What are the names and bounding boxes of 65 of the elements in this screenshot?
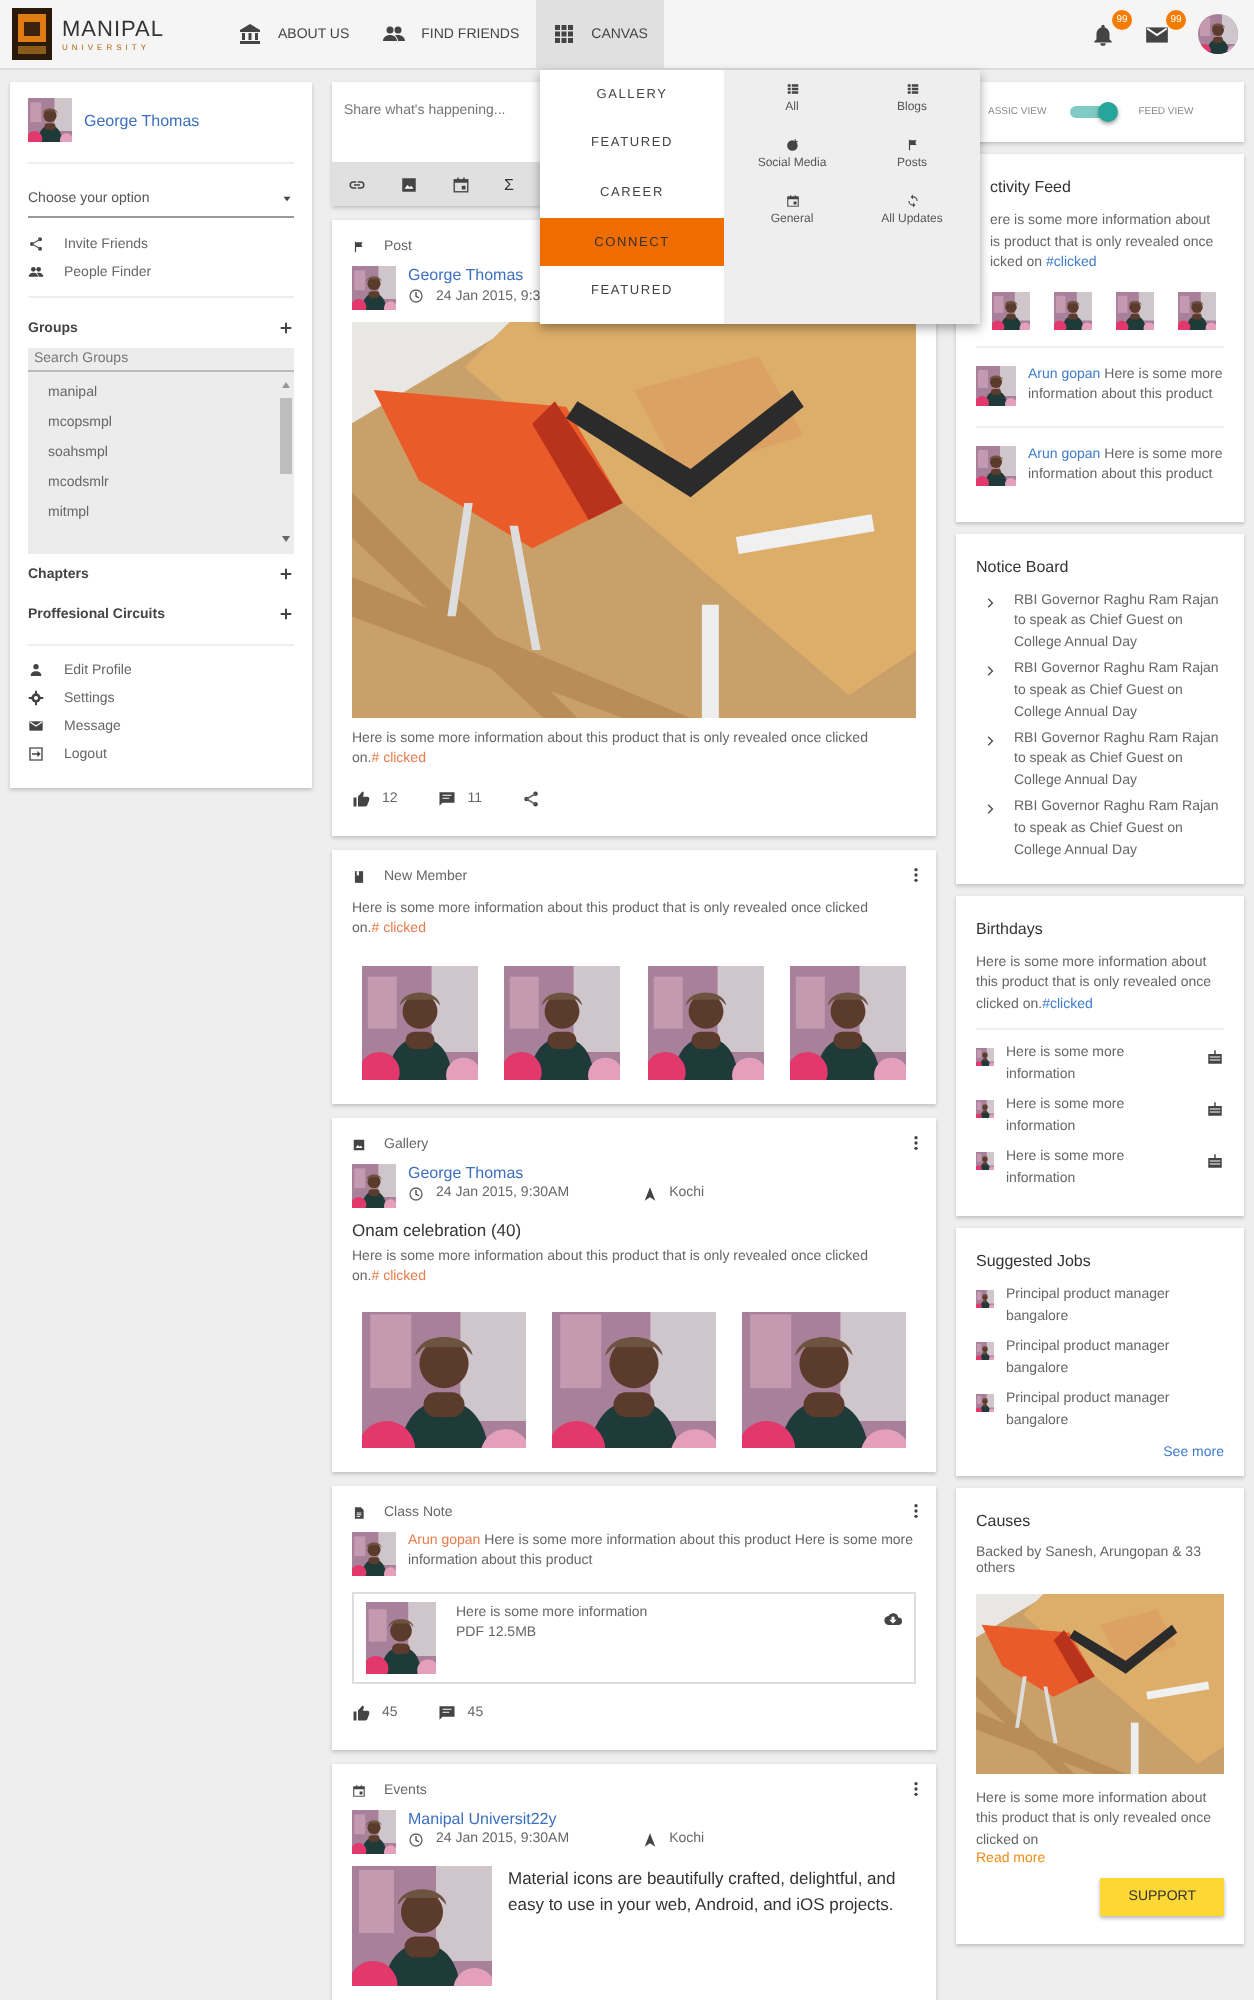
gift-icon[interactable] xyxy=(1206,1100,1224,1119)
comment-icon[interactable] xyxy=(437,790,456,809)
mail-icon[interactable] xyxy=(1144,21,1170,47)
author-link[interactable]: George Thomas xyxy=(408,266,541,284)
comment-icon[interactable] xyxy=(437,1703,456,1722)
clock-icon xyxy=(408,1185,424,1202)
grid-icon xyxy=(551,22,576,46)
caret-icon xyxy=(280,192,294,206)
card-title: Causes xyxy=(976,1512,1033,1531)
card-title: Notice Board xyxy=(976,557,1071,575)
people-icon xyxy=(28,264,44,280)
chevron-icon xyxy=(984,733,998,748)
scrollbar[interactable] xyxy=(278,378,294,546)
plus-icon[interactable] xyxy=(278,566,294,582)
event-description: Material icons are beautifully crafted, delightful, and easy to use in your web, Android, and iOS projects. xyxy=(508,1865,898,1918)
more-icon[interactable] xyxy=(908,866,924,885)
logo-icon xyxy=(12,8,52,60)
toggle-switch[interactable] xyxy=(1070,106,1115,118)
more-icon[interactable] xyxy=(908,1133,924,1152)
bank-icon xyxy=(238,22,262,46)
more-icon[interactable] xyxy=(908,1501,924,1520)
calendar-icon xyxy=(785,194,799,208)
chevron-icon xyxy=(984,595,998,609)
formula-button[interactable]: Σ xyxy=(504,175,514,193)
gift-icon[interactable] xyxy=(1206,1048,1224,1067)
card-title: Birthdays xyxy=(976,919,1045,938)
author-link[interactable]: Manipal Universit22y xyxy=(408,1809,705,1828)
user-name-link[interactable]: George Thomas xyxy=(84,111,200,129)
plus-icon[interactable] xyxy=(278,320,294,336)
book-icon xyxy=(352,870,366,885)
like-icon[interactable] xyxy=(352,1703,370,1722)
gift-icon[interactable] xyxy=(1206,1152,1224,1171)
list-icon xyxy=(905,82,919,96)
author-link[interactable]: George Thomas xyxy=(408,1163,705,1182)
flag-icon xyxy=(352,240,366,254)
refresh-icon xyxy=(905,194,919,208)
image-icon[interactable] xyxy=(400,175,418,193)
card-title: ctivity Feed xyxy=(988,178,1073,196)
album-title: Onam celebration (40) xyxy=(352,1219,524,1240)
calendar-icon[interactable] xyxy=(452,175,470,193)
share-icon xyxy=(28,236,44,252)
more-icon[interactable] xyxy=(908,1779,924,1798)
people-icon xyxy=(381,22,406,46)
document-icon xyxy=(352,1505,366,1520)
link-icon[interactable] xyxy=(348,175,366,193)
clock-icon xyxy=(408,288,424,304)
logout-icon xyxy=(28,746,44,762)
like-icon[interactable] xyxy=(352,790,370,809)
mail-icon xyxy=(28,718,44,734)
bell-icon[interactable] xyxy=(1090,21,1116,47)
flag-icon xyxy=(905,138,919,152)
location-icon xyxy=(641,1185,658,1202)
location-icon xyxy=(641,1831,658,1848)
logo-title: MANIPAL xyxy=(62,17,164,41)
cloud-download-icon[interactable] xyxy=(884,1609,902,1628)
card-title: Suggested Jobs xyxy=(976,1252,1093,1271)
image-icon xyxy=(352,1137,366,1152)
share-icon[interactable] xyxy=(522,790,541,809)
chevron-icon xyxy=(984,802,998,817)
chevron-icon xyxy=(984,664,998,679)
person-icon xyxy=(28,662,44,678)
plus-icon[interactable] xyxy=(278,606,294,622)
clock-icon xyxy=(408,1831,424,1848)
list-icon xyxy=(785,82,799,96)
calendar-icon xyxy=(352,1783,366,1798)
